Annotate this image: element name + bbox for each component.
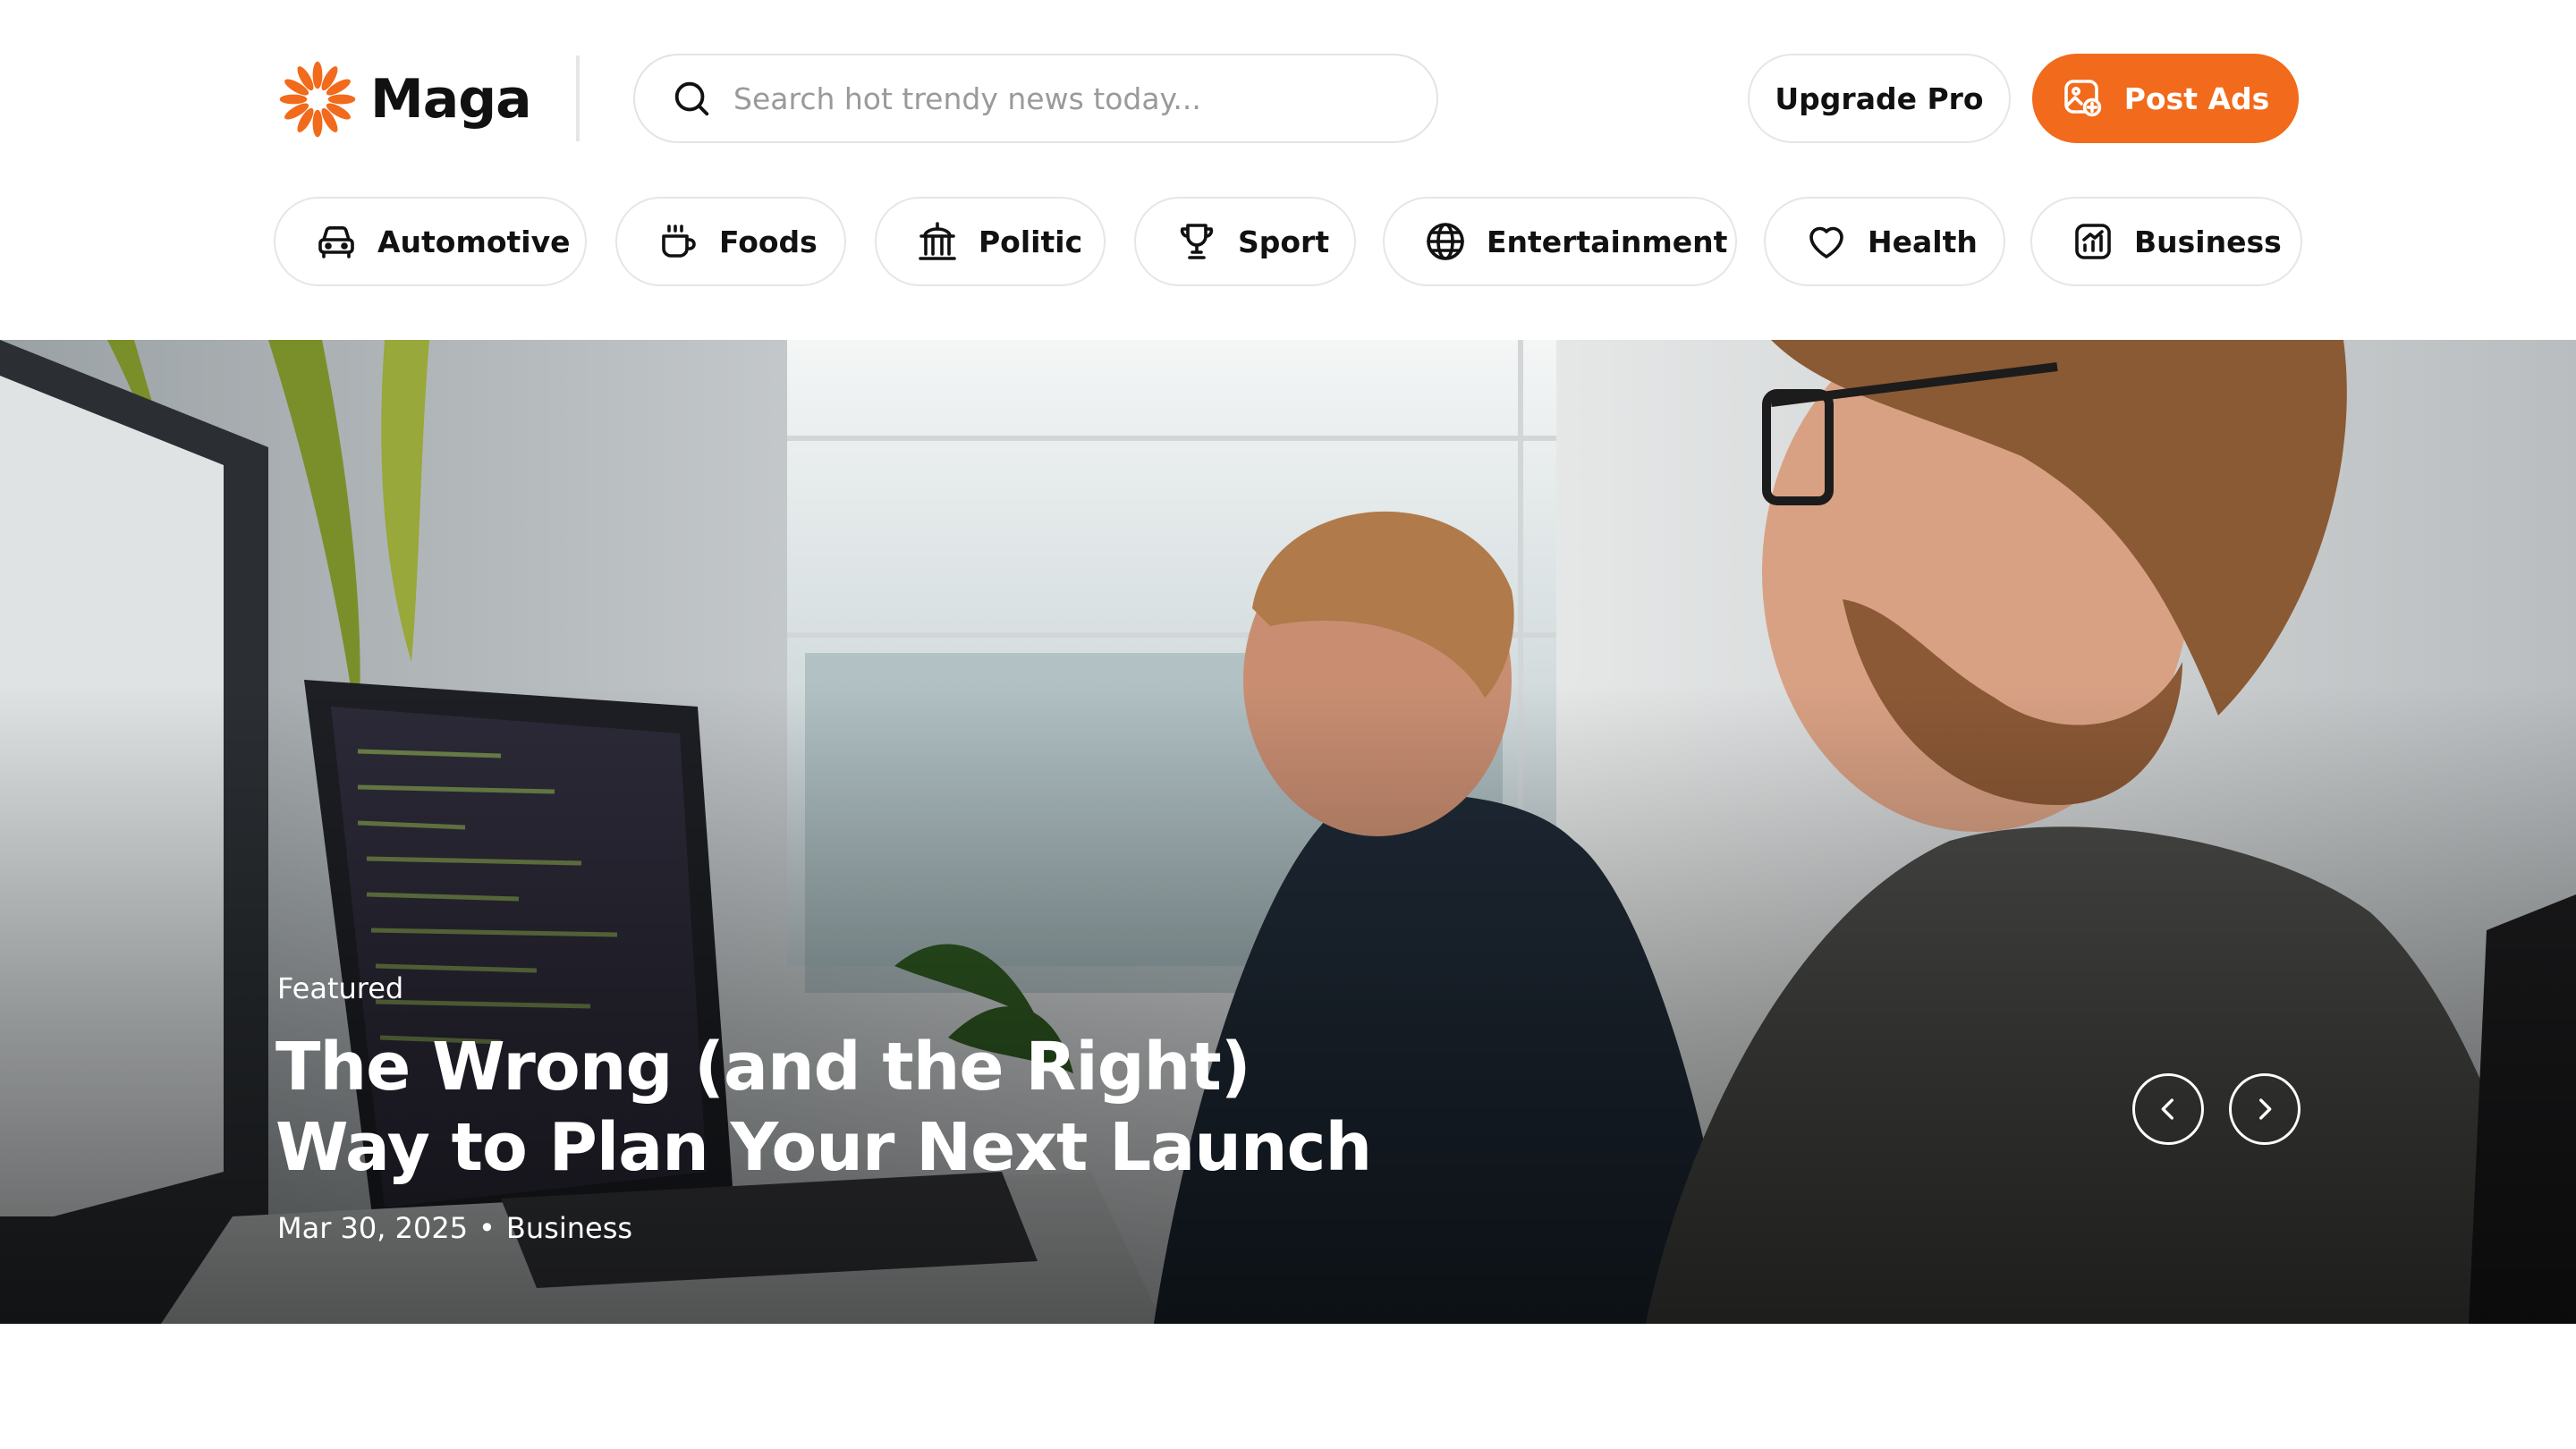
category-politic[interactable]: Politic (875, 197, 1106, 286)
category-label: Foods (719, 224, 818, 259)
category-foods[interactable]: Foods (615, 197, 846, 286)
category-automotive[interactable]: Automotive (274, 197, 587, 286)
category-label: Health (1868, 224, 1978, 259)
search-icon (674, 81, 709, 116)
category-label: Automotive (377, 224, 571, 259)
hero-title[interactable]: The Wrong (and the Right) Way to Plan Yo… (275, 1027, 1394, 1188)
chevron-left-icon (2161, 1098, 2174, 1120)
upgrade-pro-label: Upgrade Pro (1775, 80, 1984, 116)
trophy-icon (1180, 224, 1214, 259)
globe-icon (1427, 223, 1464, 260)
upgrade-pro-button[interactable]: Upgrade Pro (1748, 54, 2011, 143)
heart-icon (1809, 226, 1843, 258)
category-label: Sport (1238, 224, 1330, 259)
brand-name: Maga (370, 68, 532, 131)
hero-prev-button[interactable] (2132, 1073, 2204, 1145)
post-ads-label: Post Ads (2123, 80, 2270, 116)
brand-logo[interactable]: Maga (277, 59, 532, 140)
image-ad-icon (2063, 80, 2101, 117)
sunburst-icon (279, 61, 356, 138)
category-label: Entertainment (1487, 224, 1728, 259)
category-health[interactable]: Health (1764, 197, 2005, 286)
category-label: Business (2134, 224, 2282, 259)
car-icon (318, 226, 354, 258)
chevron-right-icon (2259, 1098, 2272, 1120)
featured-hero[interactable]: Featured The Wrong (and the Right) Way t… (0, 340, 2576, 1324)
hero-category-link[interactable]: Business (506, 1211, 632, 1245)
chart-icon (2075, 224, 2111, 259)
category-entertainment[interactable]: Entertainment (1383, 197, 1737, 286)
coffee-cup-icon (662, 225, 696, 258)
hero-next-button[interactable] (2229, 1073, 2301, 1145)
category-business[interactable]: Business (2030, 197, 2302, 286)
post-ads-button[interactable]: Post Ads (2032, 54, 2299, 143)
site-header: Maga Upgrade Pro Post Ads (0, 0, 2576, 340)
category-label: Politic (979, 224, 1083, 259)
hero-featured-label: Featured (277, 971, 404, 1005)
category-sport[interactable]: Sport (1134, 197, 1356, 286)
header-divider (576, 55, 580, 141)
search-bar[interactable] (633, 54, 1438, 143)
hero-date: Mar 30, 2025 (277, 1211, 469, 1245)
hero-meta: Mar 30, 2025 • Business (277, 1211, 632, 1245)
government-building-icon (919, 222, 956, 260)
search-input[interactable] (732, 80, 1411, 117)
meta-separator: • (479, 1211, 496, 1245)
